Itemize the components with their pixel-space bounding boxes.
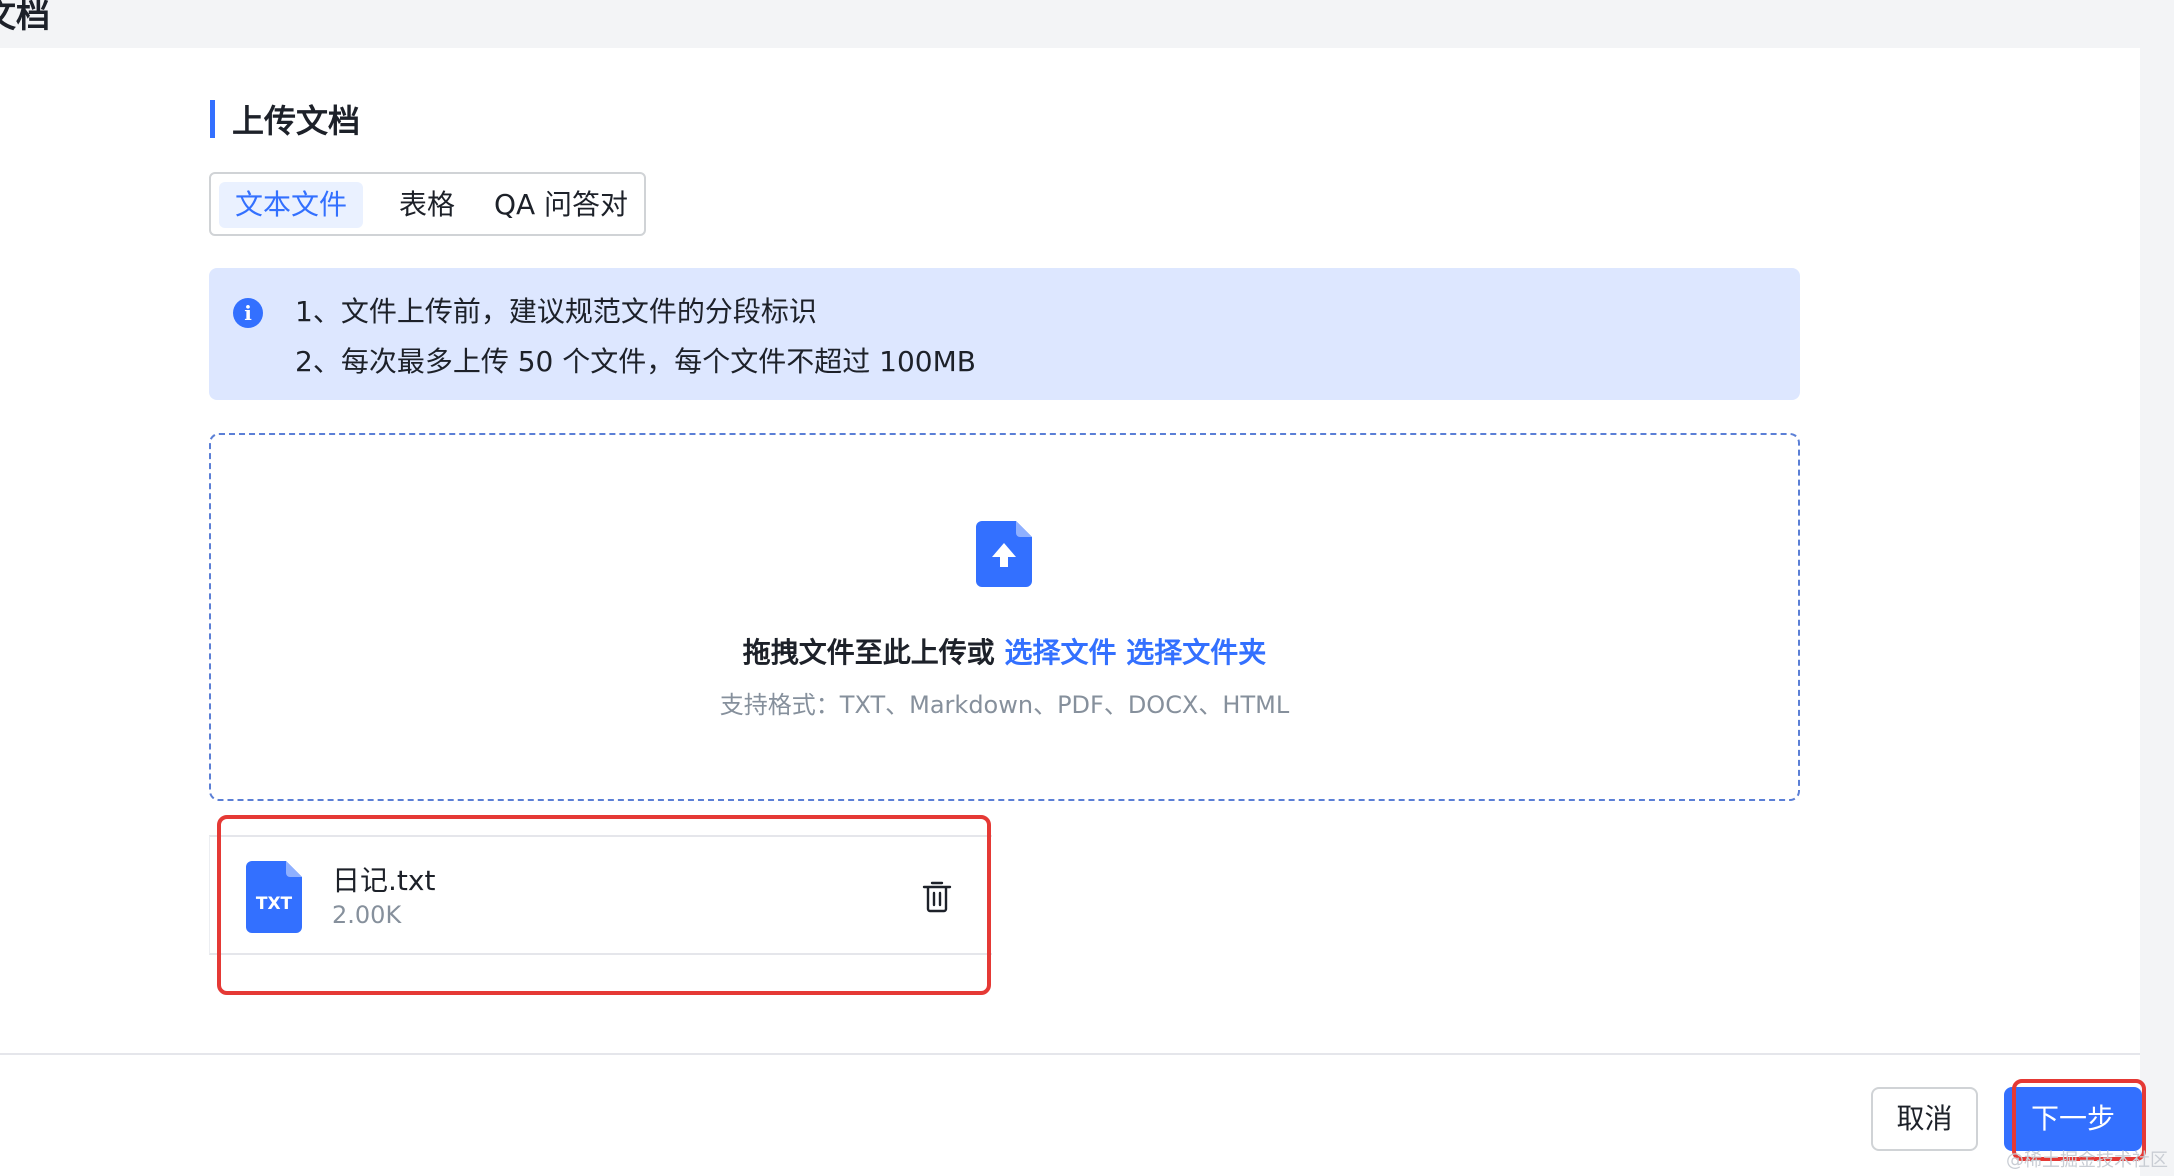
right-gutter [2140,48,2174,1176]
section-bar [210,100,215,138]
highlight-box-file [217,815,991,995]
supported-formats: 支持格式：TXT、Markdown、PDF、DOCX、HTML [719,691,1290,719]
info-icon: i [233,298,263,328]
cancel-button[interactable]: 取消 [1871,1087,1978,1151]
top-strip [0,0,2174,48]
select-file-link[interactable]: 选择文件 [1004,636,1116,669]
section-title: 上传文档 [232,102,361,140]
footer-divider [0,1053,2140,1055]
tab-qa-pairs[interactable]: QA 问答对 [481,182,641,228]
file-dropzone[interactable]: 拖拽文件至此上传或 选择文件 选择文件夹 支持格式：TXT、Markdown、P… [209,433,1800,801]
upload-type-tabs: 文本文件 表格 QA 问答对 [209,172,646,236]
drop-prompt: 拖拽文件至此上传或 选择文件 选择文件夹 [211,631,1798,671]
tab-text-file[interactable]: 文本文件 [219,182,363,228]
watermark: @稀土掘金技术社区 [2006,1150,2168,1171]
tab-table[interactable]: 表格 [379,182,475,228]
file-upload-icon [976,521,1032,587]
top-title: 文档 [0,0,50,36]
notice-line-1: 1、文件上传前，建议规范文件的分段标识 [295,295,817,328]
upload-notice: i 1、文件上传前，建议规范文件的分段标识 2、每次最多上传 50 个文件，每个… [209,268,1800,400]
notice-line-2: 2、每次最多上传 50 个文件，每个文件不超过 100MB [295,345,976,378]
select-folder-link[interactable]: 选择文件夹 [1126,636,1266,669]
drop-prompt-text: 拖拽文件至此上传或 [742,636,995,669]
